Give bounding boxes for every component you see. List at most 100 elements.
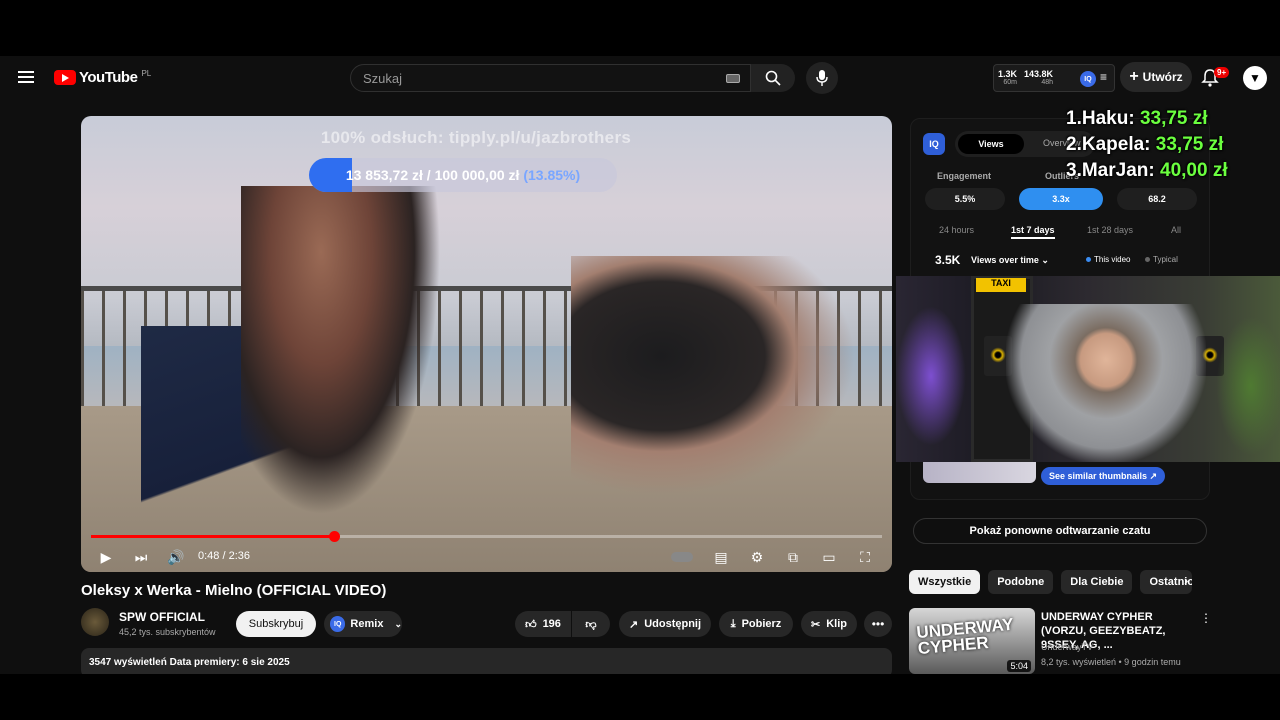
vidiq-stats-widget[interactable]: 1.3K 60m 143.8K 48h IQ ≡ bbox=[993, 64, 1115, 92]
like-count: 196 bbox=[542, 618, 561, 630]
video-player[interactable]: 100% odsłuch: tipply.pl/u/jazbrothers 13… bbox=[81, 116, 892, 572]
range-7d[interactable]: 1st 7 days bbox=[1011, 225, 1055, 239]
outlier-score[interactable]: 3.3x bbox=[1019, 188, 1103, 210]
list-icon[interactable]: ≡ bbox=[1100, 70, 1107, 84]
vidiq-icon: IQ bbox=[330, 616, 346, 632]
youtube-logo[interactable]: YouTube PL bbox=[54, 69, 151, 86]
views-total: 3.5K bbox=[935, 253, 961, 267]
channel-name[interactable]: SPW OFFICIAL bbox=[119, 610, 205, 624]
next-icon[interactable]: ⏭ bbox=[130, 547, 152, 567]
chip-related[interactable]: Podobne bbox=[988, 570, 1054, 594]
search-button[interactable] bbox=[751, 64, 795, 92]
donor-name: Haku: bbox=[1081, 108, 1135, 129]
leaderboard-row: 2.Kapela: 33,75 zł bbox=[1066, 132, 1228, 158]
clip-label: Klip bbox=[826, 618, 847, 630]
player-controls: ▶ ⏭ 🔊 0:48 / 2:36 ▤ ⚙ ⧉ ▭ ⛶ bbox=[81, 542, 892, 572]
recommendation-filters: Wszystkie Podobne Dla Ciebie Ostatnio bbox=[909, 570, 1193, 594]
show-chat-replay-button[interactable]: Pokaż ponowne odtwarzanie czatu bbox=[913, 518, 1207, 544]
subtitles-icon[interactable]: ▤ bbox=[710, 547, 732, 567]
youtube-window: YouTube PL Szukaj 1.3K 60m 143.8K 48h IQ ≡… bbox=[0, 56, 1280, 674]
stat-period: 48h bbox=[1041, 79, 1054, 86]
legend-label: Typical bbox=[1153, 255, 1178, 264]
time-display: 0:48 / 2:36 bbox=[198, 550, 250, 562]
search-input[interactable]: Szukaj bbox=[350, 64, 751, 92]
region-label: PL bbox=[141, 69, 152, 78]
scissors-icon: ✂ bbox=[811, 618, 821, 631]
share-button[interactable]: ↗ Udostępnij bbox=[619, 611, 711, 637]
railing-post bbox=[501, 291, 504, 411]
railing-post bbox=[879, 291, 882, 411]
seek-bar[interactable] bbox=[91, 531, 882, 542]
logo-text: YouTube bbox=[79, 69, 138, 86]
thumbnail-text: UNDERWAY CYPHER bbox=[915, 614, 1014, 659]
donor-name: MarJan: bbox=[1081, 160, 1155, 181]
stat-period: 60m bbox=[1003, 79, 1018, 86]
remix-label: Remix bbox=[350, 618, 384, 630]
legend-label: This video bbox=[1094, 255, 1131, 264]
download-icon: ⤓ bbox=[730, 617, 736, 630]
subscribe-button[interactable]: Subskrybuj bbox=[236, 611, 316, 637]
donor-amount: 33,75 zł bbox=[1139, 108, 1208, 129]
remix-button[interactable]: IQ Remix ⌄ bbox=[324, 611, 402, 637]
third-metric[interactable]: 68.2 bbox=[1117, 188, 1197, 210]
channel-avatar[interactable] bbox=[81, 608, 109, 636]
description-box[interactable]: 3547 wyświetleń Data premiery: 6 sie 202… bbox=[81, 648, 892, 674]
seek-handle[interactable] bbox=[329, 531, 340, 542]
more-vert-icon[interactable]: ⋮ bbox=[1200, 611, 1212, 625]
rank: 2. bbox=[1066, 134, 1082, 155]
stat-views-48h: 143.8K 48h bbox=[1024, 69, 1053, 86]
engagement-label: Engagement bbox=[937, 171, 992, 181]
chevron-right-icon[interactable]: › bbox=[1184, 573, 1188, 588]
fullscreen-icon[interactable]: ⛶ bbox=[854, 547, 876, 567]
chip-all[interactable]: Wszystkie bbox=[909, 570, 981, 594]
recommended-channel[interactable]: UnderwayTV bbox=[1041, 642, 1093, 652]
scene-person bbox=[241, 186, 441, 516]
dislike-button[interactable]: 👎︎ bbox=[572, 611, 610, 637]
miniplayer-icon[interactable]: ⧉ bbox=[782, 547, 804, 567]
account-avatar[interactable]: ▼ bbox=[1243, 66, 1267, 90]
vidiq-icon[interactable]: IQ bbox=[1080, 71, 1096, 87]
more-actions-icon[interactable]: ••• bbox=[864, 611, 892, 637]
video-title: Oleksy x Werka - Mielno (OFFICIAL VIDEO) bbox=[81, 582, 387, 599]
donation-goal-text: 13 853,72 zł / 100 000,00 zł (13.85%) bbox=[309, 167, 617, 183]
donation-goal-title: 100% odsłuch: tipply.pl/u/jazbrothers bbox=[320, 128, 632, 147]
keyboard-icon[interactable] bbox=[726, 74, 740, 83]
create-button[interactable]: + Utwórz bbox=[1120, 62, 1192, 92]
range-28d[interactable]: 1st 28 days bbox=[1087, 225, 1133, 235]
donation-leaderboard: 1.Haku: 33,75 zł 2.Kapela: 33,75 zł 3.Ma… bbox=[1066, 106, 1228, 184]
settings-icon[interactable]: ⚙ bbox=[746, 547, 768, 567]
autoplay-toggle[interactable] bbox=[670, 547, 694, 567]
play-icon[interactable]: ▶ bbox=[95, 547, 117, 567]
streamer-webcam: TAXI bbox=[896, 276, 1280, 462]
plus-icon: + bbox=[1129, 68, 1139, 85]
tab-views[interactable]: Views bbox=[958, 134, 1024, 154]
chip-for-you[interactable]: Dla Ciebie bbox=[1061, 570, 1133, 594]
like-button[interactable]: 👍︎ 196 bbox=[515, 611, 571, 637]
donation-current: 13 853,72 zł bbox=[345, 167, 423, 183]
legend-this-video: This video bbox=[1086, 255, 1130, 264]
leaderboard-row: 1.Haku: 33,75 zł bbox=[1066, 106, 1228, 132]
notification-badge: 9+ bbox=[1214, 67, 1230, 78]
video-duration: 5:04 bbox=[1007, 660, 1031, 672]
views-over-time-dropdown[interactable]: Views over time ⌄ bbox=[971, 255, 1049, 266]
range-24h[interactable]: 24 hours bbox=[939, 225, 974, 235]
recommended-thumbnail[interactable]: UNDERWAY CYPHER 5:04 bbox=[909, 608, 1035, 674]
download-button[interactable]: ⤓ Pobierz bbox=[719, 611, 793, 637]
voice-search-button[interactable] bbox=[806, 62, 838, 94]
chevron-down-icon: ⌄ bbox=[1041, 255, 1049, 265]
clip-button[interactable]: ✂ Klip bbox=[801, 611, 857, 637]
donation-goal-bar: 13 853,72 zł / 100 000,00 zł (13.85%) bbox=[309, 158, 617, 192]
theater-mode-icon[interactable]: ▭ bbox=[818, 547, 840, 567]
donation-percent: (13.85%) bbox=[523, 167, 581, 183]
menu-icon[interactable] bbox=[18, 71, 34, 83]
views-and-date: 3547 wyświetleń Data premiery: 6 sie 202… bbox=[89, 657, 290, 668]
engagement-value[interactable]: 5.5% bbox=[925, 188, 1005, 210]
range-all[interactable]: All bbox=[1171, 225, 1181, 235]
similar-thumbnails-button[interactable]: See similar thumbnails ↗ bbox=[1041, 467, 1165, 485]
volume-icon[interactable]: 🔊 bbox=[165, 547, 187, 567]
youtube-play-icon bbox=[54, 70, 76, 85]
railing-post bbox=[522, 291, 525, 411]
microphone-icon bbox=[816, 70, 828, 86]
scene-person bbox=[571, 256, 871, 506]
stat-views-60m: 1.3K 60m bbox=[998, 69, 1017, 86]
